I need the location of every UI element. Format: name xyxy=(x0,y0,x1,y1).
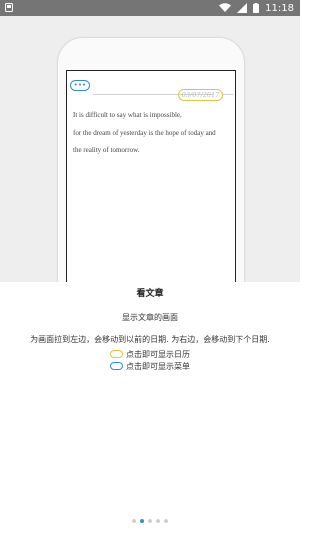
legend-calendar: 点击即可显示日历 xyxy=(110,349,190,359)
wifi-icon xyxy=(219,3,232,12)
date-divider-tail xyxy=(223,94,233,95)
page-dot[interactable] xyxy=(148,519,152,523)
page-dot-active[interactable] xyxy=(140,519,144,523)
menu-button[interactable]: ••• xyxy=(70,80,90,91)
preview-illustration: ••• 03/07/2017 It is difficult to say wh… xyxy=(0,16,300,282)
date-button[interactable]: 03/07/2017 xyxy=(178,89,223,101)
blue-pill-icon xyxy=(110,362,123,370)
phone-mockup: ••• 03/07/2017 It is difficult to say wh… xyxy=(57,37,245,282)
article-line: the reality of tomorrow. xyxy=(73,146,140,154)
status-time: 11:18 xyxy=(265,2,294,14)
article-text: It is difficult to say what is impossibl… xyxy=(73,111,231,164)
page-title: 看文章 xyxy=(136,289,164,299)
page-subtitle: 显示文章的画面 xyxy=(122,313,178,322)
page-dot[interactable] xyxy=(132,519,136,523)
legend-menu: 点击即可显示菜单 xyxy=(110,361,190,371)
article-line: It is difficult to say what is impossibl… xyxy=(73,111,182,119)
article-line: for the dream of yesterday is the hope o… xyxy=(73,128,216,137)
notification-icon xyxy=(5,3,13,12)
legend-label: 点击即可显示菜单 xyxy=(126,361,190,371)
page-dot[interactable] xyxy=(164,519,168,523)
legend: 点击即可显示日历 点击即可显示菜单 xyxy=(110,349,190,371)
legend-label: 点击即可显示日历 xyxy=(126,349,190,359)
signal-icon xyxy=(237,3,248,13)
status-bar: 11:18 xyxy=(0,0,300,16)
page-indicator[interactable] xyxy=(0,519,300,523)
menu-dots-icon: ••• xyxy=(73,81,87,89)
page-dot[interactable] xyxy=(156,519,160,523)
swipe-description: 为画面拉到左边，会移动到以前的日期. 为右边，会移动到下个日期. xyxy=(30,335,270,344)
battery-icon xyxy=(253,3,260,13)
yellow-pill-icon xyxy=(110,350,123,358)
phone-screen: ••• 03/07/2017 It is difficult to say wh… xyxy=(66,70,236,282)
